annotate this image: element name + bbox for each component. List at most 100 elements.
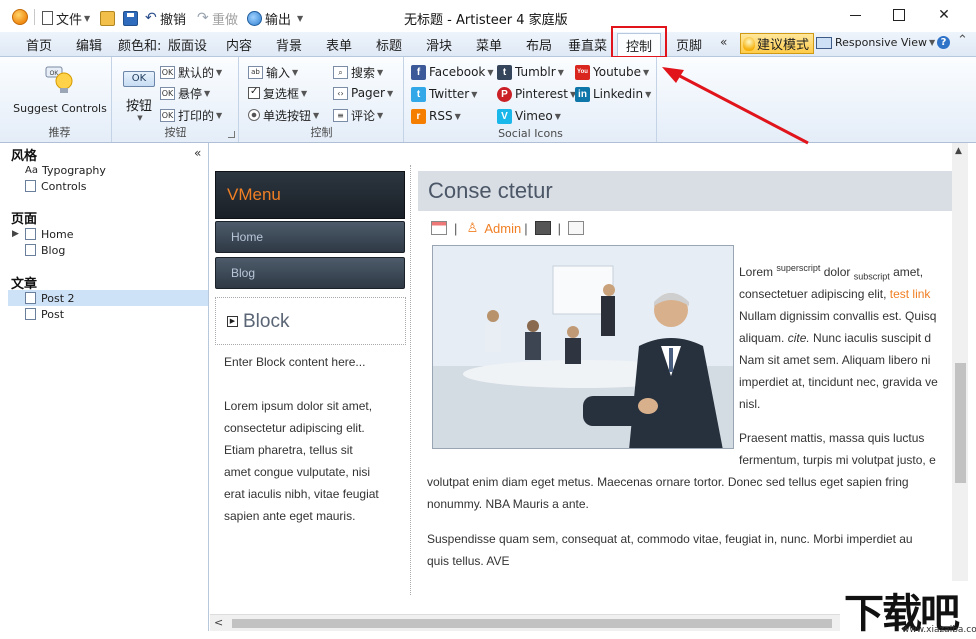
site-watermark: 下载吧 www.xiazaiba.com [840, 581, 976, 639]
help-icon[interactable]: ? [937, 36, 950, 49]
group-suggest: OK Suggest Controls 推荐 [8, 57, 112, 142]
search-control[interactable]: ⌕搜索▼ [333, 63, 383, 81]
minimize-button[interactable] [841, 4, 869, 26]
post-paragraph-line: volutpat enim diam eget metus. Maecenas … [427, 471, 909, 493]
tab-home[interactable]: 首页 [26, 35, 52, 54]
tree-item-post-2[interactable]: Post 2 [8, 290, 208, 306]
youtube-icon: You [575, 65, 590, 80]
post-paragraph-line: consectetuer adipiscing elit, test link [739, 283, 930, 305]
horizontal-scroll-thumb[interactable] [232, 619, 832, 628]
linkedin-icon: in [575, 87, 590, 102]
button-printed[interactable]: OK打印的▼ [160, 106, 222, 124]
tab-footer[interactable]: 页脚 [676, 35, 702, 54]
expand-arrow-icon[interactable]: ▶ [12, 229, 19, 239]
tree-item-post[interactable]: Post [25, 306, 64, 322]
block-lorem: Lorem ipsum dolor sit amet, consectetur … [224, 395, 404, 527]
tab-headings[interactable]: 标题 [376, 35, 402, 54]
vmenu-item-home[interactable]: Home [215, 221, 405, 253]
undo-icon: ↶ [145, 11, 157, 26]
comment-control[interactable]: ≡评论▼ [333, 106, 383, 124]
vmenu-item-blog[interactable]: Blog [215, 257, 405, 289]
lightbulb-icon [743, 37, 755, 51]
undo-button[interactable]: ↶撤销 [145, 9, 186, 27]
rss-icon: r [411, 109, 426, 124]
dropdown-arrow-icon: ▼ [216, 68, 222, 77]
tab-edit[interactable]: 编辑 [76, 35, 102, 54]
checkbox-control[interactable]: 复选框▼ [248, 84, 307, 102]
export-button[interactable]: 输出▼ [247, 9, 303, 27]
minimize-ribbon-icon[interactable]: ⌃ [957, 33, 968, 48]
tab-background[interactable]: 背景 [276, 35, 302, 54]
print-icon[interactable] [535, 221, 551, 235]
vertical-scrollbar[interactable]: ▲ [952, 143, 968, 614]
save-button[interactable] [123, 9, 141, 27]
page-icon [25, 228, 36, 240]
svg-text:OK: OK [50, 71, 59, 77]
post-paragraph-line: Nullam dignissim convallis est. Quisq [739, 305, 936, 327]
social-facebook[interactable]: fFacebook▼ [411, 63, 494, 81]
suggest-bulb-icon: OK [44, 65, 76, 99]
post-paragraph-line: nonummy. NBA Mauris a ante. [427, 493, 589, 515]
social-tumblr[interactable]: tTumblr▼ [497, 63, 564, 81]
tab-scroll-icon[interactable]: « [720, 35, 727, 49]
file-menu-button[interactable]: 文件▼ [42, 9, 90, 27]
app-logo-icon[interactable] [12, 9, 28, 25]
redo-button[interactable]: ↷重做 [197, 9, 238, 27]
dropdown-arrow-icon: ▼ [84, 14, 90, 23]
dropdown-arrow-icon: ▼ [387, 89, 393, 98]
scroll-up-icon[interactable]: ▲ [955, 146, 962, 156]
button-default[interactable]: OK默认的▼ [160, 63, 222, 81]
dropdown-arrow-icon: ▼ [487, 68, 493, 77]
dropdown-arrow-icon: ▼ [123, 114, 157, 122]
test-link[interactable]: test link [890, 287, 931, 301]
pager-control[interactable]: ‹›Pager▼ [333, 84, 393, 102]
post-paragraph-line: quis tellus. AVE [427, 550, 510, 572]
responsive-view-dropdown[interactable]: Responsive View▼ [816, 36, 935, 49]
social-linkedin[interactable]: inLinkedin▼ [575, 85, 651, 103]
button-hover[interactable]: OK悬停▼ [160, 84, 210, 102]
suggest-mode-button[interactable]: 建议模式 [740, 33, 814, 54]
vertical-scroll-thumb[interactable] [955, 363, 966, 483]
social-rss[interactable]: rRSS▼ [411, 107, 461, 125]
tab-layout-design[interactable]: 版面设 [168, 35, 207, 54]
close-button[interactable]: ✕ [930, 4, 958, 26]
typography-icon: Aa [25, 165, 38, 176]
dropdown-arrow-icon: ▼ [558, 68, 564, 77]
tab-layout[interactable]: 布局 [526, 35, 552, 54]
social-pinterest[interactable]: PPinterest▼ [497, 85, 576, 103]
social-vimeo[interactable]: VVimeo▼ [497, 107, 561, 125]
buttons-big-button[interactable]: OK 按钮 ▼ [121, 71, 157, 122]
post-author-link[interactable]: Admin [484, 221, 521, 236]
tab-slider[interactable]: 滑块 [426, 35, 452, 54]
tree-item-blog[interactable]: Blog [25, 242, 65, 258]
tab-vertical-menu[interactable]: 垂直菜 [568, 35, 607, 54]
section-pages: 页面 [11, 208, 37, 227]
suggest-controls-button[interactable]: OK Suggest Controls [10, 65, 110, 115]
calendar-icon [431, 221, 447, 235]
dropdown-arrow-icon: ▼ [297, 14, 303, 23]
maximize-button[interactable] [885, 4, 913, 26]
collapse-panel-icon[interactable]: « [194, 146, 201, 160]
post-meta: | ♙ Admin | | [427, 219, 588, 237]
twitter-icon: t [411, 87, 426, 102]
radio-control[interactable]: 单选按钮▼ [248, 106, 319, 124]
scroll-left-icon[interactable]: < [214, 616, 223, 629]
social-twitter[interactable]: tTwitter▼ [411, 85, 477, 103]
edit-icon[interactable] [568, 221, 584, 235]
tree-item-home[interactable]: Home [25, 226, 73, 242]
preview-canvas[interactable]: VMenu Home Blog ▶ Block Enter Block cont… [210, 143, 968, 614]
tab-colors[interactable]: 颜色和: [118, 35, 161, 54]
tab-content[interactable]: 内容 [226, 35, 252, 54]
tree-item-controls[interactable]: Controls [25, 178, 87, 194]
input-control[interactable]: ab输入▼ [248, 63, 298, 81]
tab-menu[interactable]: 菜单 [476, 35, 502, 54]
dialog-launcher-icon[interactable] [228, 131, 235, 138]
ok-icon: OK [160, 66, 175, 79]
open-button[interactable] [100, 9, 118, 27]
pager-icon: ‹› [333, 87, 348, 100]
post-paragraph-line: aliquam. cite. Nunc iaculis suscipit d [739, 327, 931, 349]
tab-forms[interactable]: 表单 [326, 35, 352, 54]
tree-item-typography[interactable]: AaTypography [25, 162, 106, 178]
separator [34, 9, 35, 25]
social-youtube[interactable]: YouYoutube▼ [575, 63, 649, 81]
